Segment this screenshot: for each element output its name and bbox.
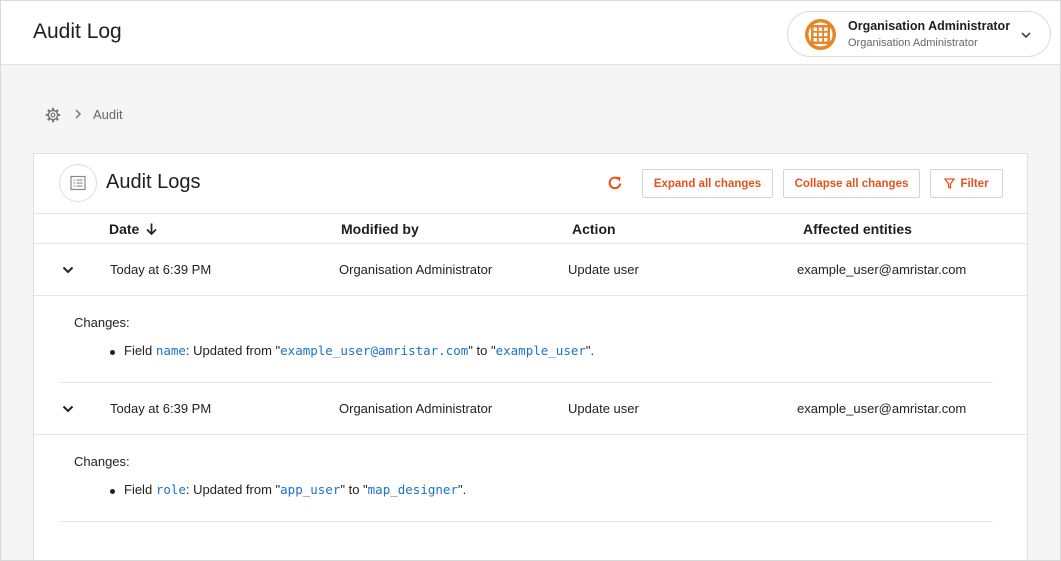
column-header-affected-entities[interactable]: Affected entities xyxy=(803,221,912,237)
change-from-value: example_user@amristar.com xyxy=(280,343,469,358)
change-details: Changes: Field role : Updated from " app… xyxy=(59,435,993,522)
chevron-down-icon[interactable] xyxy=(61,263,75,277)
change-middle: : Updated from " xyxy=(185,343,281,358)
chevron-down-icon[interactable] xyxy=(1019,28,1033,42)
table-header: Date Modified by Action Affected entitie… xyxy=(34,213,1027,244)
change-to-text: " to " xyxy=(468,343,496,358)
gear-icon[interactable] xyxy=(45,107,61,123)
cell-modified-by: Organisation Administrator xyxy=(339,401,493,416)
change-prefix: Field xyxy=(124,482,153,497)
filter-button[interactable]: Filter xyxy=(930,169,1003,198)
change-suffix: ". xyxy=(457,482,467,497)
user-menu[interactable]: Organisation Administrator Organisation … xyxy=(787,11,1051,57)
card-icon xyxy=(59,164,97,202)
cell-affected-entities: example_user@amristar.com xyxy=(797,262,967,277)
filter-label: Filter xyxy=(960,177,989,190)
changes-label: Changes: xyxy=(74,454,130,469)
card-title: Audit Logs xyxy=(106,171,201,193)
list-icon xyxy=(70,175,86,191)
refresh-icon[interactable] xyxy=(606,174,624,192)
change-field: name xyxy=(155,343,186,358)
chevron-right-icon xyxy=(75,109,82,119)
arrow-down-icon xyxy=(146,223,157,236)
cell-date: Today at 6:39 PM xyxy=(110,401,212,416)
cell-affected-entities: example_user@amristar.com xyxy=(797,401,967,416)
column-header-modified-by[interactable]: Modified by xyxy=(341,221,419,237)
column-header-date[interactable]: Date xyxy=(109,221,158,237)
top-bar: Audit Log Organisation Administrator Org… xyxy=(0,0,1061,65)
change-to-text: " to " xyxy=(340,482,368,497)
change-to-value: example_user xyxy=(495,343,586,358)
change-field: role xyxy=(155,482,186,497)
column-label-date: Date xyxy=(109,221,140,237)
audit-logs-card: Audit Logs Expand all changes Collapse a… xyxy=(33,153,1028,561)
cell-date: Today at 6:39 PM xyxy=(110,262,212,277)
change-item: Field role : Updated from " app_user " t… xyxy=(124,482,466,497)
change-to-value: map_designer xyxy=(367,482,458,497)
table-row[interactable]: Today at 6:39 PM Organisation Administra… xyxy=(34,244,1027,296)
change-middle: : Updated from " xyxy=(185,482,281,497)
collapse-all-changes-button[interactable]: Collapse all changes xyxy=(783,169,920,198)
cell-action: Update user xyxy=(568,401,639,416)
change-prefix: Field xyxy=(124,343,153,358)
bullet xyxy=(110,489,115,494)
changes-label: Changes: xyxy=(74,315,130,330)
breadcrumb-current: Audit xyxy=(93,107,123,122)
column-header-action[interactable]: Action xyxy=(572,221,616,237)
change-details: Changes: Field name : Updated from " exa… xyxy=(59,296,993,383)
expand-all-changes-button[interactable]: Expand all changes xyxy=(642,169,773,198)
change-suffix: ". xyxy=(585,343,595,358)
page-title: Audit Log xyxy=(33,20,122,43)
organisation-logo-icon xyxy=(805,19,836,50)
cell-action: Update user xyxy=(568,262,639,277)
filter-icon xyxy=(944,178,956,189)
table-row[interactable]: Today at 6:39 PM Organisation Administra… xyxy=(34,383,1027,435)
change-item: Field name : Updated from " example_user… xyxy=(124,343,594,358)
user-role: Organisation Administrator xyxy=(848,37,978,49)
user-name: Organisation Administrator xyxy=(848,19,1011,33)
bullet xyxy=(110,350,115,355)
change-from-value: app_user xyxy=(280,482,341,497)
chevron-down-icon[interactable] xyxy=(61,402,75,416)
cell-modified-by: Organisation Administrator xyxy=(339,262,493,277)
